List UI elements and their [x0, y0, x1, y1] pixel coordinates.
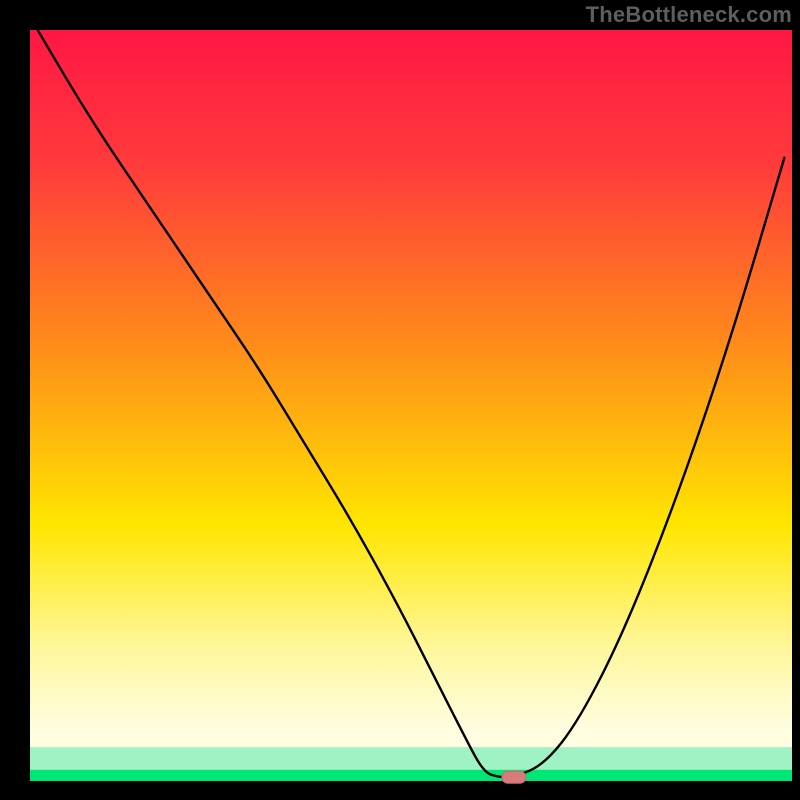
- bottleneck-chart: [0, 0, 800, 800]
- chart-stage: TheBottleneck.com: [0, 0, 800, 800]
- watermark-label: TheBottleneck.com: [586, 2, 792, 28]
- plot-area: [30, 30, 792, 781]
- green-band: [30, 770, 792, 781]
- cream-band: [30, 747, 792, 770]
- optimal-point-marker: [502, 771, 526, 783]
